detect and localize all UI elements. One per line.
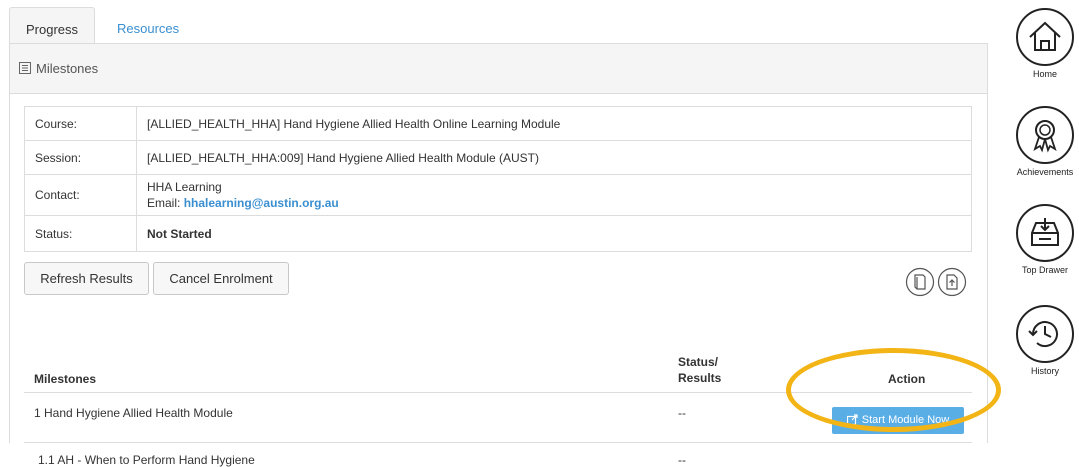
header-divider [24, 392, 972, 393]
tab-resources[interactable]: Resources [105, 7, 191, 43]
email-link[interactable]: hhalearning@austin.org.au [184, 196, 339, 210]
email-prefix: Email: [147, 196, 181, 210]
main-content: Progress Resources Milestones Course: [A… [9, 7, 988, 467]
drawer-icon [1016, 204, 1074, 262]
row-divider [24, 442, 972, 443]
home-icon [1016, 8, 1074, 66]
enrolment-details-table: Course: [ALLIED_HEALTH_HHA] Hand Hygiene… [24, 106, 972, 252]
milestone-status: -- [678, 406, 686, 420]
action-column-header: Action [888, 372, 926, 386]
nav-achievements[interactable]: Achievements [1010, 106, 1079, 177]
nav-history[interactable]: History [1010, 305, 1079, 376]
refresh-results-button[interactable]: Refresh Results [24, 262, 149, 295]
nav-history-label: History [1030, 366, 1059, 376]
milestones-column-header: Milestones [34, 372, 97, 386]
status-row: Status: Not Started [24, 215, 972, 252]
external-link-icon [846, 414, 858, 426]
course-row: Course: [ALLIED_HEALTH_HHA] Hand Hygiene… [24, 106, 972, 141]
contact-label: Contact: [24, 174, 137, 216]
status-label: Status: [24, 215, 137, 252]
nav-home-label: Home [1032, 69, 1057, 79]
status-column-header: Status/ Results [678, 354, 721, 386]
contact-email-line: Email: hhalearning@austin.org.au [147, 195, 961, 211]
start-module-button[interactable]: Start Module Now [832, 407, 964, 434]
course-label: Course: [24, 106, 137, 141]
list-icon [19, 62, 31, 74]
ribbon-icon [1016, 106, 1074, 164]
history-icon [1016, 305, 1074, 363]
milestones-panel: Milestones Course: [ALLIED_HEALTH_HHA] H… [9, 43, 988, 467]
milestone-name: 1.1 AH - When to Perform Hand Hygiene [38, 453, 255, 467]
panel-title: Milestones [36, 61, 99, 76]
status-header-line2: Results [678, 371, 722, 385]
contact-row: Contact: HHA Learning Email: hhalearning… [24, 174, 972, 216]
nav-achievements-label: Achievements [1016, 167, 1074, 177]
milestone-name: 1 Hand Hygiene Allied Health Module [34, 406, 233, 420]
session-row: Session: [ALLIED_HEALTH_HHA:009] Hand Hy… [24, 140, 972, 175]
nav-home[interactable]: Home [1010, 8, 1079, 79]
session-label: Session: [24, 140, 137, 175]
status-value: Not Started [136, 215, 972, 252]
nav-top-drawer[interactable]: Top Drawer [1010, 204, 1079, 275]
book-icon[interactable] [905, 267, 935, 297]
milestone-status: -- [678, 453, 686, 467]
panel-heading: Milestones [10, 44, 987, 94]
contact-value: HHA Learning Email: hhalearning@austin.o… [136, 174, 972, 216]
start-module-label: Start Module Now [861, 414, 950, 426]
document-upload-icon[interactable] [937, 267, 967, 297]
status-header-line1: Status/ [678, 355, 719, 369]
cancel-enrolment-button[interactable]: Cancel Enrolment [153, 262, 289, 295]
tab-progress[interactable]: Progress [9, 7, 95, 43]
contact-name: HHA Learning [147, 180, 222, 194]
course-value: [ALLIED_HEALTH_HHA] Hand Hygiene Allied … [136, 106, 972, 141]
session-value: [ALLIED_HEALTH_HHA:009] Hand Hygiene All… [136, 140, 972, 175]
nav-top-drawer-label: Top Drawer [1021, 265, 1068, 275]
tab-bar: Progress Resources [9, 7, 988, 43]
